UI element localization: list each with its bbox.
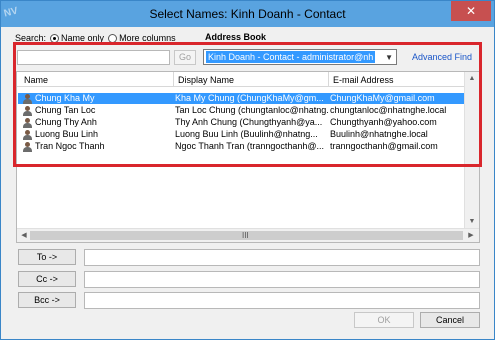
window-title: Select Names: Kinh Doanh - Contact <box>149 7 346 21</box>
close-button[interactable]: ✕ <box>451 1 491 21</box>
scroll-right-icon[interactable]: ▶ <box>464 230 478 242</box>
scroll-down-icon[interactable]: ▼ <box>465 216 479 228</box>
cancel-button[interactable]: Cancel <box>420 312 480 328</box>
bcc-button[interactable]: Bcc -> <box>18 292 76 308</box>
cc-button[interactable]: Cc -> <box>18 271 76 287</box>
bcc-field[interactable] <box>84 292 480 309</box>
address-book-label: Address Book <box>205 32 267 42</box>
scroll-left-icon[interactable]: ◀ <box>17 230 31 242</box>
horizontal-scrollbar[interactable]: ◀ III ▶ <box>17 228 479 242</box>
scroll-grip-icon: III <box>242 231 249 240</box>
cc-field[interactable] <box>84 271 480 288</box>
red-highlight-box <box>13 42 482 167</box>
close-icon: ✕ <box>465 4 477 18</box>
select-names-dialog: NV Select Names: Kinh Doanh - Contact ✕ … <box>0 0 495 340</box>
ok-button[interactable]: OK <box>354 312 414 328</box>
title-bar[interactable]: NV Select Names: Kinh Doanh - Contact ✕ <box>1 1 494 27</box>
to-button[interactable]: To -> <box>18 249 76 265</box>
scroll-thumb[interactable]: III <box>30 231 463 240</box>
to-field[interactable] <box>84 249 480 266</box>
